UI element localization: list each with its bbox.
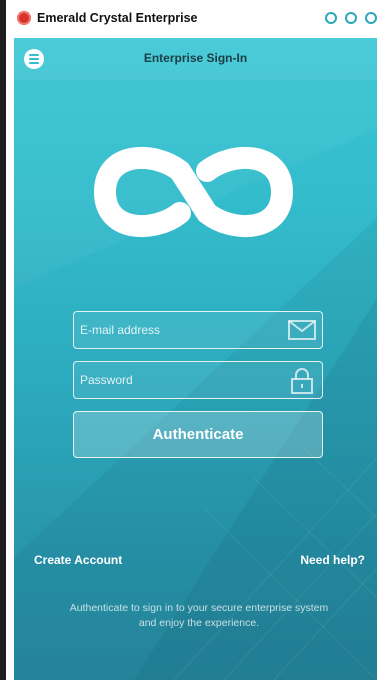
need-help-link[interactable]: Need help? — [300, 553, 365, 567]
sign-in-screen: Enterprise Sign-In Authenticate Create A… — [14, 38, 377, 680]
app-header: Enterprise Sign-In — [14, 38, 377, 80]
password-input[interactable] — [74, 362, 280, 398]
app-badge-icon — [17, 11, 31, 25]
window-title: Emerald Crystal Enterprise — [37, 11, 198, 25]
envelope-icon — [288, 320, 316, 340]
lock-icon — [291, 368, 313, 394]
footer-message: Authenticate to sign in to your secure e… — [69, 602, 329, 629]
circle-icon[interactable] — [325, 12, 337, 24]
host-window-edge — [0, 0, 6, 680]
page-title: Enterprise Sign-In — [143, 51, 248, 65]
email-input[interactable] — [74, 312, 280, 348]
authenticate-button[interactable]: Authenticate — [73, 411, 323, 458]
password-field[interactable] — [73, 361, 323, 399]
window-controls — [325, 12, 377, 24]
background-pattern — [14, 38, 377, 680]
create-account-link[interactable]: Create Account — [34, 553, 122, 567]
window-titlebar: Emerald Crystal Enterprise — [6, 0, 377, 38]
circle-icon[interactable] — [365, 12, 377, 24]
email-field[interactable] — [73, 311, 323, 349]
circle-icon[interactable] — [345, 12, 357, 24]
infinity-logo-icon — [93, 146, 294, 238]
